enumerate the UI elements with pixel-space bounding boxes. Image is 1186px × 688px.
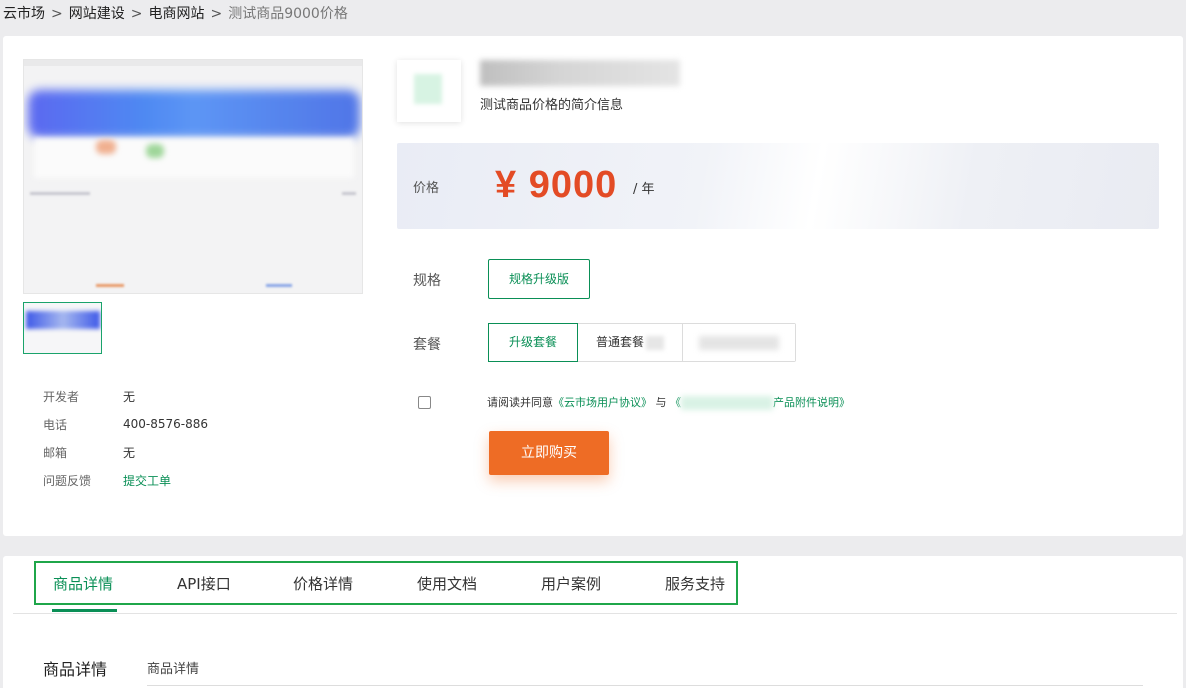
tab-divider <box>13 613 1177 614</box>
vendor-feedback-row: 问题反馈 提交工单 <box>43 466 343 494</box>
attachment-link-start: 《 <box>670 396 681 409</box>
price-value: ¥ 9000 <box>495 164 618 206</box>
price-label: 价格 <box>413 181 440 196</box>
tab-api[interactable]: API接口 <box>177 573 231 594</box>
product-logo <box>397 60 461 122</box>
vendor-phone-row: 电话 400-8576-886 <box>43 410 343 438</box>
tab-docs[interactable]: 使用文档 <box>417 573 477 594</box>
package-option-upgrade[interactable]: 升级套餐 <box>488 323 578 362</box>
product-title-redacted <box>480 60 680 86</box>
vendor-email-row: 邮箱 无 <box>43 438 343 466</box>
detail-card: 商品详情 API接口 价格详情 使用文档 用户案例 服务支持 商品详情 商品详情 <box>3 556 1183 688</box>
breadcrumb-item-website-building[interactable]: 网站建设 <box>69 6 125 22</box>
tab-cases[interactable]: 用户案例 <box>541 573 601 594</box>
package-options: 升级套餐 普通套餐 <box>488 323 796 362</box>
vendor-feedback-label: 问题反馈 <box>43 473 92 488</box>
breadcrumb-current: 测试商品9000价格 <box>228 6 348 22</box>
package-option-normal-label: 普通套餐 <box>595 335 644 349</box>
buy-now-button[interactable]: 立即购买 <box>489 431 609 475</box>
vendor-info: 开发者 无 电话 400-8576-886 邮箱 无 问题反馈 提交工单 <box>43 382 343 494</box>
active-tab-indicator <box>52 609 117 612</box>
vendor-developer-label: 开发者 <box>43 389 80 404</box>
attachment-link-end: 产品附件说明》 <box>773 396 850 409</box>
package-label: 套餐 <box>413 337 441 353</box>
package-option-normal[interactable]: 普通套餐 <box>578 324 683 361</box>
price-panel: 价格 ¥ 9000 / 年 <box>397 143 1159 229</box>
spec-option-upgrade[interactable]: 规格升级版 <box>488 259 590 299</box>
tab-pricing[interactable]: 价格详情 <box>293 573 353 594</box>
product-main-image <box>23 59 363 294</box>
tab-product-details[interactable]: 商品详情 <box>53 573 113 594</box>
breadcrumb-separator: > <box>210 6 223 22</box>
price-unit: / 年 <box>633 182 655 197</box>
vendor-phone-label: 电话 <box>43 417 68 432</box>
breadcrumb: 云市场 > 网站建设 > 电商网站 > 测试商品9000价格 <box>3 4 348 24</box>
vendor-developer-value: 无 <box>123 389 136 404</box>
product-attachment-link[interactable]: 《 产品附件说明》 <box>670 396 850 410</box>
breadcrumb-separator: > <box>51 6 63 22</box>
user-agreement-link[interactable]: 《云市场用户协议》 <box>553 396 652 409</box>
package-option-redacted[interactable] <box>683 324 795 361</box>
breadcrumb-separator: > <box>130 6 143 22</box>
breadcrumb-item-cloud-market[interactable]: 云市场 <box>3 6 45 22</box>
vendor-email-label: 邮箱 <box>43 445 68 460</box>
tab-support[interactable]: 服务支持 <box>665 573 725 594</box>
spec-label: 规格 <box>413 273 441 289</box>
agreement-joiner: 与 <box>655 396 667 409</box>
product-thumbnail[interactable] <box>23 302 102 354</box>
submit-ticket-link[interactable]: 提交工单 <box>123 472 171 489</box>
vendor-developer-row: 开发者 无 <box>43 382 343 410</box>
section-subheading: 商品详情 <box>147 662 200 677</box>
section-heading: 商品详情 <box>43 660 108 679</box>
product-subtitle: 测试商品价格的简介信息 <box>480 98 624 113</box>
vendor-email-value: 无 <box>123 445 136 460</box>
product-card: 开发者 无 电话 400-8576-886 邮箱 无 问题反馈 提交工单 测试商… <box>3 36 1183 536</box>
agreement-text: 请阅读并同意《云市场用户协议》 与 《 产品附件说明》 <box>487 394 850 410</box>
agreement-checkbox[interactable] <box>418 396 431 409</box>
tab-bar: 商品详情 API接口 价格详情 使用文档 用户案例 服务支持 <box>34 561 738 605</box>
vendor-phone-value: 400-8576-886 <box>123 417 209 431</box>
agreement-prefix: 请阅读并同意 <box>487 396 553 409</box>
breadcrumb-item-ecommerce[interactable]: 电商网站 <box>148 6 204 22</box>
section-divider <box>147 685 1143 686</box>
package-option-upgrade-label: 升级套餐 <box>508 335 557 349</box>
